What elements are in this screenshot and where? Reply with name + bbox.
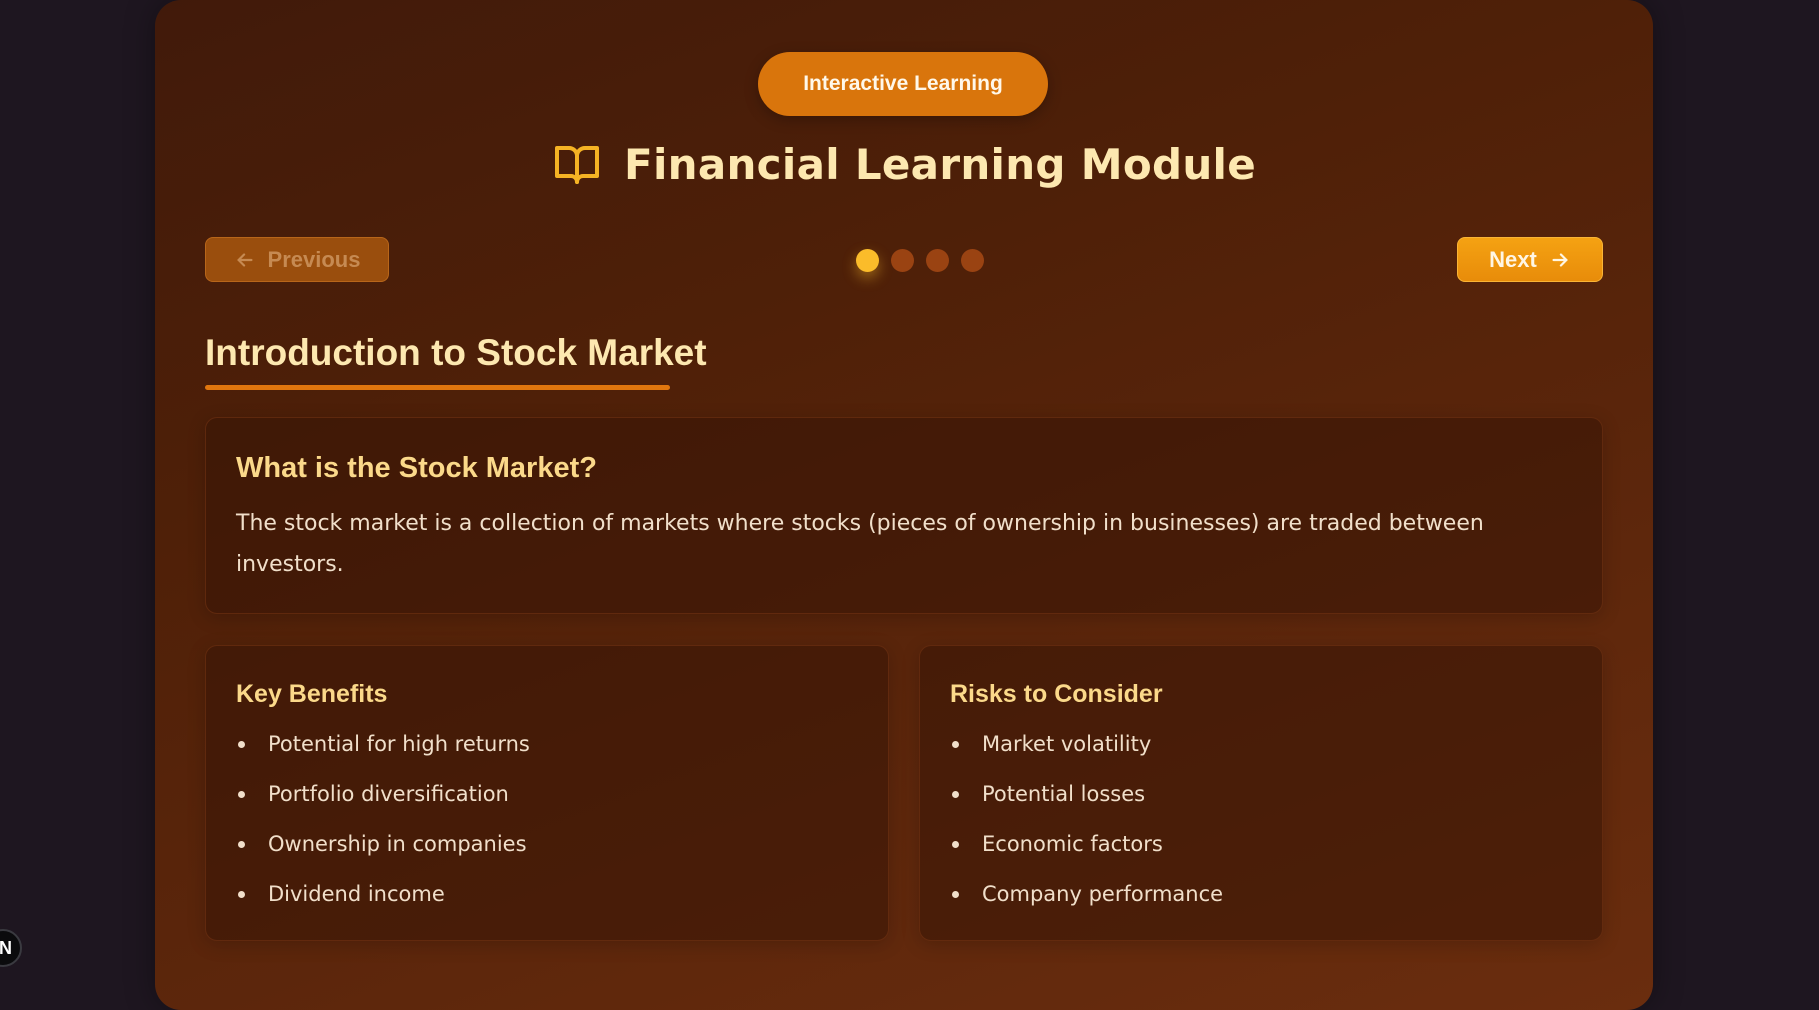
risks-list: Market volatility Potential losses Econo… [950, 719, 1572, 919]
bullet-icon [238, 841, 245, 848]
arrow-left-icon [237, 252, 253, 267]
bullet-icon [952, 891, 959, 898]
step-dot-1[interactable] [856, 249, 879, 272]
list-item: Company performance [950, 869, 1572, 919]
list-item-text: Economic factors [982, 832, 1163, 856]
key-benefits-heading: Key Benefits [236, 680, 388, 708]
previous-button-label: Previous [267, 246, 361, 272]
bullet-icon [952, 791, 959, 798]
intro-card-body: The stock market is a collection of mark… [236, 511, 1484, 577]
step-dot-2[interactable] [891, 249, 914, 272]
list-item-text: Company performance [982, 882, 1224, 906]
list-item-text: Dividend income [268, 882, 445, 906]
list-item-text: Ownership in companies [268, 832, 527, 856]
intro-card: What is the Stock Market? The stock mark… [205, 417, 1603, 614]
page-title: Financial Learning Module [623, 139, 1257, 189]
intro-card-heading: What is the Stock Market? [236, 452, 597, 484]
list-item: Dividend income [236, 869, 858, 919]
corner-avatar-badge[interactable]: N [0, 929, 22, 967]
list-item: Economic factors [950, 819, 1572, 869]
list-item: Market volatility [950, 719, 1572, 769]
bullet-icon [238, 891, 245, 898]
bullet-icon [238, 741, 245, 748]
list-item-text: Potential for high returns [268, 732, 530, 756]
list-item-text: Market volatility [982, 732, 1152, 756]
module-header: Financial Learning Module [155, 128, 1653, 200]
section-title-underline [205, 385, 670, 390]
interactive-learning-badge: Interactive Learning [758, 52, 1048, 116]
key-benefits-card: Key Benefits Potential for high returns … [205, 645, 889, 941]
bullet-icon [952, 841, 959, 848]
step-dot-4[interactable] [961, 249, 984, 272]
risks-card: Risks to Consider Market volatility Pote… [919, 645, 1603, 941]
bullet-icon [952, 741, 959, 748]
bullet-icon [238, 791, 245, 798]
section-title: Introduction to Stock Market [205, 332, 707, 373]
previous-button[interactable]: Previous [205, 237, 389, 282]
list-item: Potential losses [950, 769, 1572, 819]
key-benefits-list: Potential for high returns Portfolio div… [236, 719, 858, 919]
next-button-label: Next [1489, 246, 1537, 272]
list-item: Ownership in companies [236, 819, 858, 869]
list-item: Potential for high returns [236, 719, 858, 769]
list-item: Portfolio diversification [236, 769, 858, 819]
step-dot-3[interactable] [926, 249, 949, 272]
risks-heading: Risks to Consider [950, 680, 1163, 708]
list-item-text: Portfolio diversification [268, 782, 509, 806]
step-indicator [856, 249, 984, 272]
arrow-right-icon [1552, 252, 1568, 267]
list-item-text: Potential losses [982, 782, 1146, 806]
book-open-icon [554, 146, 599, 184]
next-button[interactable]: Next [1457, 237, 1603, 282]
learning-module-card: Interactive Learning Financial Learning … [155, 0, 1653, 1010]
